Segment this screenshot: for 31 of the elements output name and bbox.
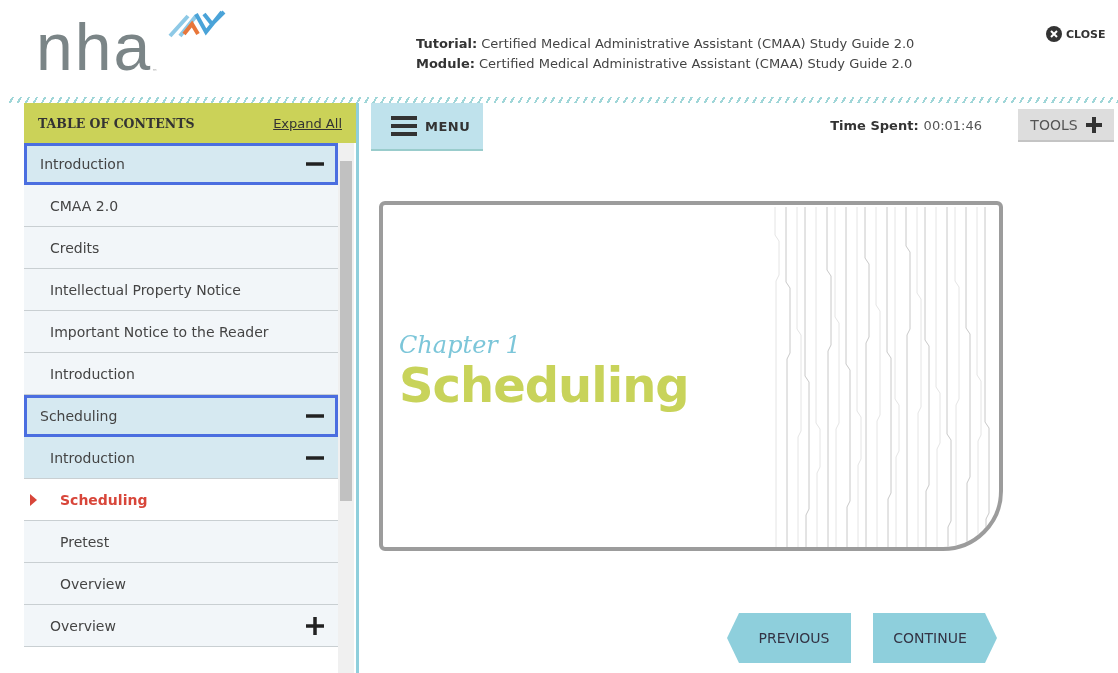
course-info-line: Tutorial: Certified Medical Administrative Assistant (CMAA) Study Guide 2.0: [416, 35, 916, 53]
scrollbar[interactable]: [338, 143, 354, 673]
toc-item[interactable]: Overview: [24, 563, 338, 605]
expand-icon[interactable]: [306, 616, 324, 635]
toc-item[interactable]: Introduction: [24, 353, 338, 395]
time-spent-value: 00:01:46: [923, 118, 982, 133]
expand-all-link[interactable]: Expand All: [273, 115, 342, 131]
tools-button[interactable]: TOOLS: [1018, 109, 1114, 142]
time-spent-label: Time Spent:: [830, 118, 919, 133]
toc-title: TABLE OF CONTENTS: [38, 115, 195, 131]
toc-item[interactable]: Introduction: [24, 143, 338, 185]
toc-item[interactable]: Scheduling: [24, 395, 338, 437]
toc-item[interactable]: Important Notice to the Reader: [24, 311, 338, 353]
toc-item[interactable]: Introduction: [24, 437, 338, 479]
previous-button[interactable]: PREVIOUS: [727, 613, 851, 663]
chapter-label: Chapter 1: [399, 331, 522, 359]
toc-item[interactable]: CMAA 2.0: [24, 185, 338, 227]
toc-item[interactable]: Credits: [24, 227, 338, 269]
continue-button[interactable]: CONTINUE: [873, 613, 997, 663]
close-icon: [1046, 26, 1062, 42]
toc-item[interactable]: Pretest: [24, 521, 338, 563]
plus-icon: [1085, 116, 1102, 133]
menu-icon: [391, 115, 417, 137]
chapter-title: Scheduling: [399, 359, 690, 411]
toc-item[interactable]: Overview: [24, 605, 338, 647]
toc-item[interactable]: Intellectual Property Notice: [24, 269, 338, 311]
menu-button[interactable]: MENU: [371, 103, 483, 151]
close-button[interactable]: CLOSE: [1046, 26, 1106, 42]
current-marker-icon: [30, 493, 37, 506]
course-info-line: Module: Certified Medical Administrative Assistant (CMAA) Study Guide 2.0: [416, 55, 914, 73]
logo-text: nha: [36, 12, 153, 82]
